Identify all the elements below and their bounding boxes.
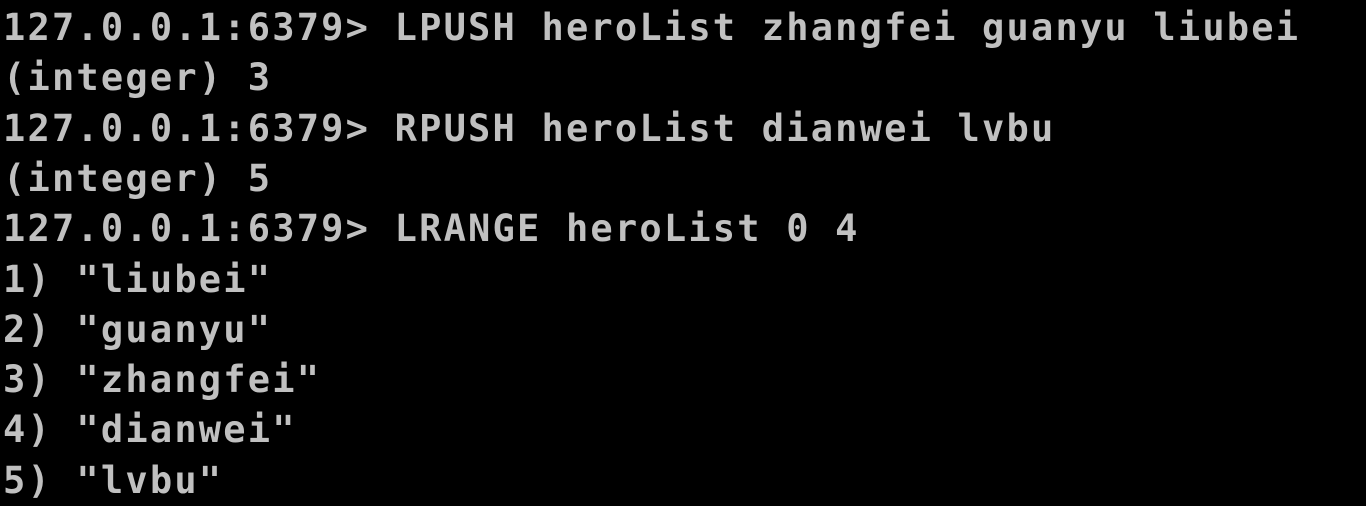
- output-list-item: 3) "zhangfei": [3, 358, 322, 401]
- command-line-lrange: 127.0.0.1:6379> LRANGE heroList 0 4: [3, 207, 860, 250]
- redis-cli-console[interactable]: 127.0.0.1:6379> LPUSH heroList zhangfei …: [0, 0, 1366, 506]
- output-list-item: 1) "liubei": [3, 258, 273, 301]
- output-line-integer-5: (integer) 5: [3, 157, 273, 200]
- output-line-integer-3: (integer) 3: [3, 56, 273, 99]
- command-line-lpush: 127.0.0.1:6379> LPUSH heroList zhangfei …: [3, 6, 1301, 49]
- command-line-rpush: 127.0.0.1:6379> RPUSH heroList dianwei l…: [3, 107, 1056, 150]
- output-list-item: 5) "lvbu": [3, 459, 224, 502]
- output-list-item: 4) "dianwei": [3, 408, 297, 451]
- output-list-item: 2) "guanyu": [3, 308, 273, 351]
